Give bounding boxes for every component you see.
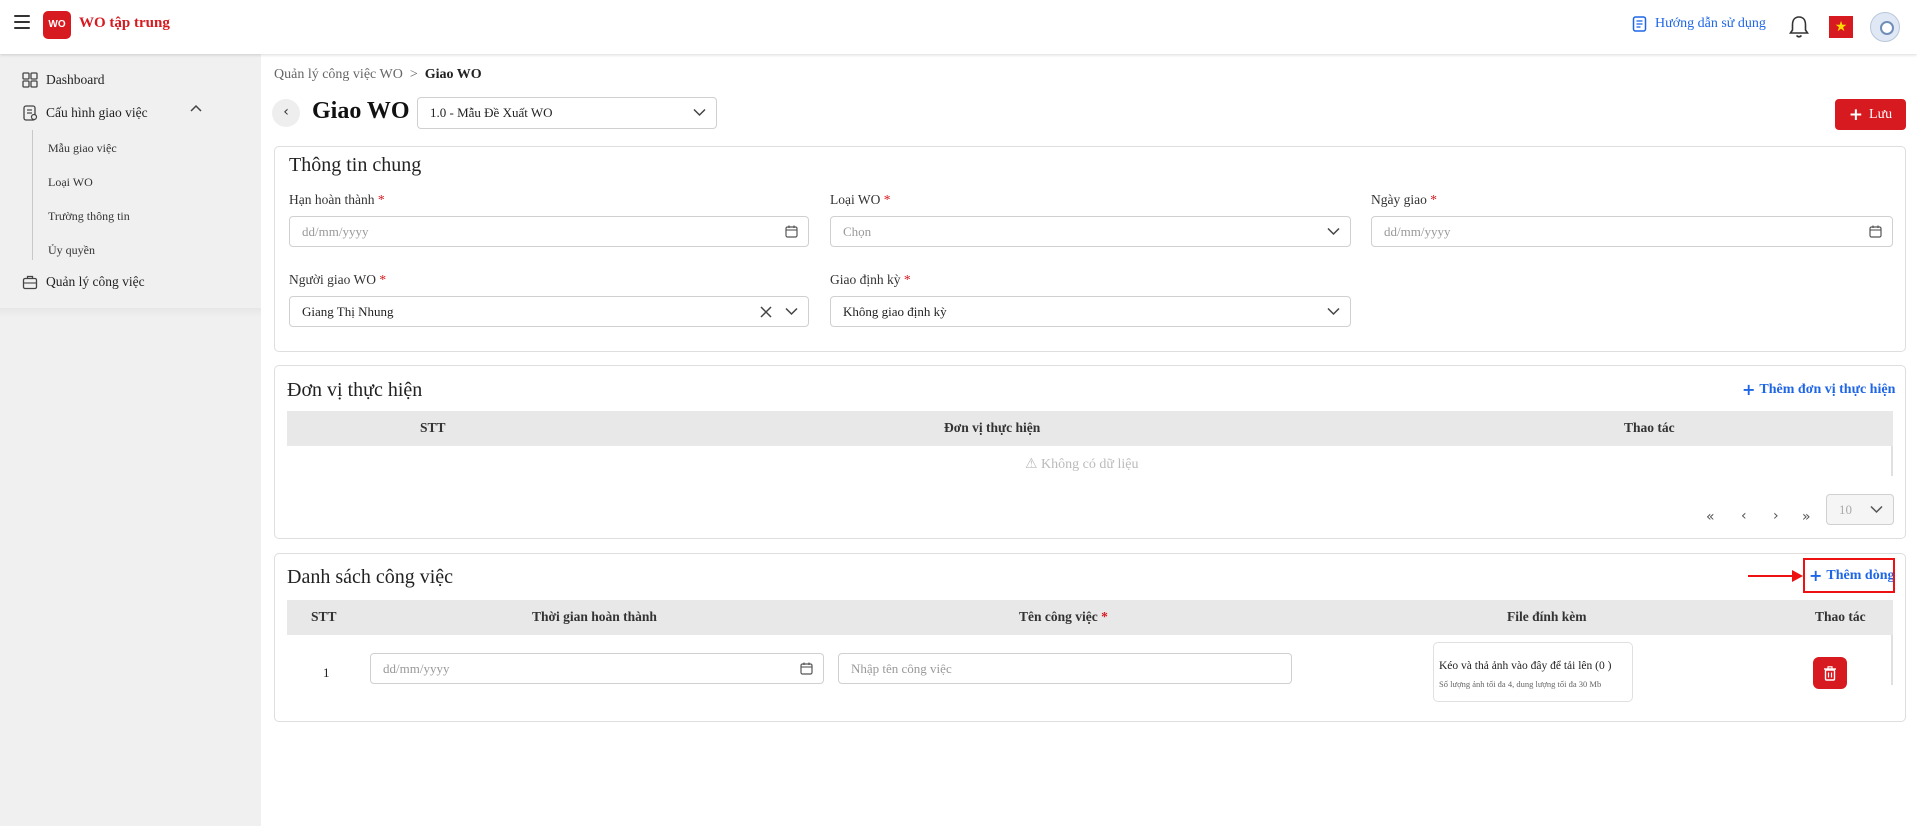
document-icon bbox=[1632, 16, 1647, 32]
file-upload-dropzone[interactable]: Kéo và thả ảnh vào đây để tải lên (0 ) S… bbox=[1433, 642, 1633, 702]
upload-hint: Số lượng ảnh tối đa 4, dung lượng tối đa… bbox=[1439, 679, 1602, 689]
avatar[interactable] bbox=[1870, 12, 1900, 42]
table-scrollbar[interactable] bbox=[1891, 635, 1893, 685]
periodic-select[interactable]: Không giao định kỳ bbox=[830, 296, 1351, 327]
clear-icon[interactable] bbox=[760, 306, 772, 318]
assign-date-input[interactable]: dd/mm/yyyy bbox=[1371, 216, 1893, 247]
pager-first-icon[interactable]: « bbox=[1706, 509, 1715, 525]
delete-row-button[interactable] bbox=[1813, 657, 1847, 689]
units-card: Đơn vị thực hiện + Thêm đơn vị thực hiện … bbox=[274, 365, 1906, 539]
sidebar-subitem-delegation[interactable]: Ủy quyền bbox=[48, 243, 95, 258]
sidebar-subitem-wo-type[interactable]: Loại WO bbox=[48, 175, 93, 190]
dashboard-icon bbox=[22, 72, 38, 88]
breadcrumb-current: Giao WO bbox=[424, 67, 482, 82]
bell-icon[interactable] bbox=[1788, 15, 1810, 39]
column-header: STT bbox=[311, 609, 337, 624]
upload-text: Kéo và thả ảnh vào đây để tải lên (0 ) bbox=[1439, 660, 1612, 672]
empty-state: ⚠ Không có dữ liệu bbox=[1025, 457, 1139, 472]
sidebar-item-dashboard[interactable]: Dashboard bbox=[22, 72, 104, 88]
add-unit-button[interactable]: + Thêm đơn vị thực hiện bbox=[1742, 380, 1895, 399]
sidebar: Dashboard Cấu hình giao việc Mẫu giao vi… bbox=[0, 54, 261, 826]
top-header: WO WO tập trung Hướng dẫn sử dụng ★ bbox=[0, 0, 1917, 54]
completion-time-input[interactable]: dd/mm/yyyy bbox=[370, 653, 824, 684]
general-info-title: Thông tin chung bbox=[289, 154, 422, 176]
deadline-input[interactable]: dd/mm/yyyy bbox=[289, 216, 809, 247]
chevron-left-icon: ‹ bbox=[283, 104, 289, 120]
breadcrumb-separator: > bbox=[409, 67, 418, 82]
sidebar-subitem-template[interactable]: Mẫu giao việc bbox=[48, 141, 117, 156]
chevron-down-icon bbox=[1327, 307, 1340, 316]
sidebar-item-label: Cấu hình giao việc bbox=[46, 105, 148, 120]
column-header: Tên công việc * bbox=[1019, 609, 1108, 624]
calendar-icon bbox=[785, 225, 798, 238]
sidebar-item-label: Quản lý công việc bbox=[46, 274, 145, 289]
page-size-select[interactable]: 10 bbox=[1826, 494, 1894, 525]
chevron-down-icon bbox=[1327, 227, 1340, 236]
column-header: File đính kèm bbox=[1507, 609, 1587, 624]
annotation-arrow bbox=[1748, 575, 1794, 577]
sidebar-item-label: Dashboard bbox=[46, 72, 105, 87]
sidebar-subitem-fields[interactable]: Trường thông tin bbox=[48, 209, 130, 224]
assigner-select[interactable]: Giang Thị Nhung bbox=[289, 296, 809, 327]
chevron-down-icon bbox=[693, 108, 706, 117]
units-title: Đơn vị thực hiện bbox=[287, 379, 423, 401]
general-info-card: Thông tin chung Hạn hoàn thành * dd/mm/y… bbox=[274, 146, 1906, 352]
units-table-header: STT Đơn vị thực hiện Thao tác bbox=[287, 411, 1893, 446]
page-title: Giao WO bbox=[312, 98, 410, 124]
pager-prev-icon[interactable]: ‹ bbox=[1741, 508, 1747, 524]
deadline-label: Hạn hoàn thành * bbox=[289, 192, 385, 207]
user-guide-link[interactable]: Hướng dẫn sử dụng bbox=[1632, 16, 1766, 32]
column-header: Thao tác bbox=[1815, 609, 1866, 624]
save-button-label: Lưu bbox=[1869, 106, 1893, 122]
sidebar-item-config[interactable]: Cấu hình giao việc bbox=[22, 105, 148, 121]
column-header: Thời gian hoàn thành bbox=[532, 609, 657, 624]
trash-icon bbox=[1824, 665, 1836, 681]
column-header: STT bbox=[420, 420, 446, 435]
calendar-icon bbox=[800, 662, 813, 675]
assign-date-label: Ngày giao * bbox=[1371, 192, 1437, 207]
template-select[interactable]: 1.0 - Mẫu Đề Xuất WO bbox=[417, 97, 717, 129]
app-title[interactable]: WO tập trung bbox=[79, 15, 170, 32]
briefcase-icon bbox=[22, 275, 38, 290]
tasks-card: Danh sách công việc + Thêm dòng STT Thời … bbox=[274, 553, 1906, 722]
row-stt: 1 bbox=[323, 665, 330, 680]
wo-type-select[interactable]: Chọn bbox=[830, 216, 1351, 247]
sidebar-divider bbox=[0, 308, 261, 318]
tasks-title: Danh sách công việc bbox=[287, 566, 454, 588]
chevron-down-icon bbox=[1870, 505, 1883, 514]
breadcrumb: Quản lý công việc WO > Giao WO bbox=[274, 67, 482, 83]
menu-icon[interactable] bbox=[14, 15, 30, 29]
annotation-highlight-box bbox=[1803, 558, 1895, 593]
pager-last-icon[interactable]: » bbox=[1802, 509, 1811, 525]
wo-type-label: Loại WO * bbox=[830, 192, 891, 207]
annotation-arrow-head bbox=[1792, 570, 1803, 582]
column-header: Đơn vị thực hiện bbox=[944, 420, 1041, 435]
chevron-up-icon[interactable] bbox=[190, 104, 202, 112]
sidebar-item-task-management[interactable]: Quản lý công việc bbox=[22, 274, 145, 290]
tasks-table-header: STT Thời gian hoàn thành Tên công việc *… bbox=[287, 600, 1893, 635]
user-guide-label: Hướng dẫn sử dụng bbox=[1655, 16, 1766, 31]
submenu-line bbox=[32, 130, 33, 260]
column-header: Thao tác bbox=[1624, 420, 1675, 435]
app-logo[interactable]: WO bbox=[43, 11, 71, 39]
breadcrumb-parent[interactable]: Quản lý công việc WO bbox=[274, 67, 403, 82]
vietnam-flag-icon[interactable]: ★ bbox=[1829, 16, 1853, 38]
save-button[interactable]: + Lưu bbox=[1835, 99, 1906, 130]
calendar-icon bbox=[1869, 225, 1882, 238]
chevron-down-icon bbox=[785, 307, 798, 316]
task-name-input[interactable]: Nhập tên công việc bbox=[838, 653, 1292, 684]
plus-icon: + bbox=[1742, 380, 1756, 399]
template-select-value: 1.0 - Mẫu Đề Xuất WO bbox=[430, 105, 553, 120]
periodic-label: Giao định kỳ * bbox=[830, 272, 911, 287]
config-icon bbox=[23, 105, 38, 121]
back-button[interactable]: ‹ bbox=[272, 99, 300, 127]
table-scrollbar[interactable] bbox=[1891, 446, 1893, 476]
plus-icon: + bbox=[1848, 104, 1864, 125]
assigner-label: Người giao WO * bbox=[289, 272, 387, 287]
pager-next-icon[interactable]: › bbox=[1773, 508, 1779, 524]
